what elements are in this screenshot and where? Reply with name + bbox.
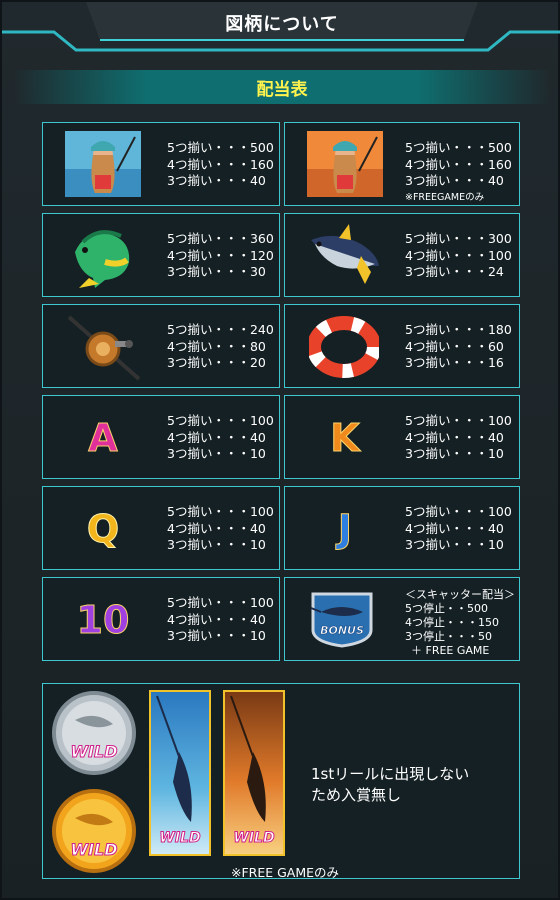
pay-line: 5つ揃い・・・100 [405, 504, 512, 519]
bonus-scatter-icon: BONUS [307, 590, 377, 648]
pay-line: 5つ揃い・・・100 [167, 595, 274, 610]
scatter-heading: ＜スキャッター配当＞ [405, 588, 515, 601]
pay-line: 5つ揃い・・・300 [405, 231, 512, 246]
letter-a-icon: A [88, 416, 118, 460]
wild-card-label: WILD [233, 830, 275, 847]
symbol-cell-a: A 5つ揃い・・・100 4つ揃い・・・40 3つ揃い・・・10 [42, 395, 280, 479]
pay-line: 5つ揃い・・・500 [405, 140, 512, 155]
number-10-icon: 10 [76, 598, 130, 642]
freegame-only-note: ※FREEGAMEのみ [405, 191, 485, 203]
wild-description-line: ため入賞無し [311, 786, 402, 804]
symbol-cell-10: 10 5つ揃い・・・100 4つ揃い・・・40 3つ揃い・・・10 [42, 577, 280, 661]
pay-line: 4つ揃い・・・100 [405, 247, 512, 263]
mahi-mahi-fish-icon [75, 230, 130, 288]
symbol-cell-q: Q 5つ揃い・・・100 4つ揃い・・・40 3つ揃い・・・10 [42, 486, 280, 570]
wild-cell: WILD WILD WILD WILD ※FREE GAMEのみ 1stリールに… [42, 683, 520, 880]
life-ring-icon [309, 316, 379, 378]
symbol-cell-tuna: 5つ揃い・・・300 4つ揃い・・・100 3つ揃い・・・24 [284, 213, 520, 297]
pay-line: 5つ揃い・・・100 [167, 413, 274, 428]
wild-marlin-freegame-card-icon: WILD [223, 690, 285, 856]
symbol-cell-woman-freegame: 5つ揃い・・・500 4つ揃い・・・160 3つ揃い・・・40 ※FREEGAM… [284, 122, 520, 206]
paytable-panel: 図柄について 配当表 5つ揃い・・・500 4つ揃い・・・160 3つ揃い・・・… [0, 0, 560, 900]
paytable-heading: 配当表 [256, 80, 308, 100]
gold-wild-coin-icon: WILD [51, 788, 137, 874]
symbol-cell-j: J 5つ揃い・・・100 4つ揃い・・・40 3つ揃い・・・10 [284, 486, 520, 570]
pay-line: 4つ揃い・・・120 [167, 247, 274, 263]
pay-line: 3つ揃い・・・16 [405, 355, 504, 370]
pay-line: 4つ揃い・・・40 [167, 429, 266, 445]
pay-line: 4つ揃い・・・160 [405, 156, 512, 172]
letter-k-icon: K [330, 416, 360, 460]
symbol-cell-mahi: 5つ揃い・・・360 4つ揃い・・・120 3つ揃い・・・30 [42, 213, 280, 297]
pay-line: 5つ揃い・・・240 [167, 322, 274, 337]
pay-line: 3つ揃い・・・10 [405, 537, 504, 552]
pay-line: 3つ揃い・・・10 [167, 628, 266, 643]
pay-line: 3つ揃い・・・40 [405, 173, 504, 188]
symbol-cell-reel: 5つ揃い・・・240 4つ揃い・・・80 3つ揃い・・・20 [42, 304, 280, 388]
pay-line: 3つ揃い・・・10 [167, 537, 266, 552]
pay-line: 3つ停止・・・50 [405, 630, 492, 643]
wild-marlin-card-icon: WILD [149, 690, 211, 856]
pay-line: 3つ揃い・・・10 [405, 446, 504, 461]
tuna-fish-icon [311, 224, 379, 284]
pay-line: 3つ揃い・・・30 [167, 264, 266, 279]
pay-line: 4つ停止・・・150 [405, 616, 499, 629]
page-title: 図柄について [225, 14, 339, 35]
pay-line: 5つ停止・・500 [405, 602, 488, 615]
pay-line: 3つ揃い・・・24 [405, 264, 504, 279]
symbol-cell-k: K 5つ揃い・・・100 4つ揃い・・・40 3つ揃い・・・10 [284, 395, 520, 479]
free-game-line: ＋ FREE GAME [411, 644, 490, 657]
wild-coin-label: WILD [70, 742, 118, 762]
fishing-woman-freegame-icon [307, 131, 383, 197]
pay-line: 3つ揃い・・・20 [167, 355, 266, 370]
pay-line: 5つ揃い・・・100 [405, 413, 512, 428]
pay-line: 5つ揃い・・・100 [167, 504, 274, 519]
wild-description-line: 1stリールに出現しない [311, 765, 470, 783]
letter-j-icon: J [337, 507, 353, 551]
pay-line: 4つ揃い・・・60 [405, 338, 504, 354]
wild-coin-label: WILD [70, 840, 118, 860]
symbol-cell-lifering: 5つ揃い・・・180 4つ揃い・・・60 3つ揃い・・・16 [284, 304, 520, 388]
pay-line: 4つ揃い・・・40 [405, 429, 504, 445]
pay-line: 5つ揃い・・・180 [405, 322, 512, 337]
fishing-reel-icon [67, 315, 141, 381]
pay-line: 3つ揃い・・・10 [167, 446, 266, 461]
fishing-woman-icon [65, 131, 141, 197]
pay-line: 4つ揃い・・・160 [167, 156, 274, 172]
letter-q-icon: Q [86, 507, 120, 551]
pay-line: 4つ揃い・・・40 [167, 520, 266, 536]
symbol-cell-bonus: BONUS ＜スキャッター配当＞ 5つ停止・・500 4つ停止・・・150 3つ… [284, 577, 520, 661]
pay-line: 5つ揃い・・・500 [167, 140, 274, 155]
paytable-heading-bar: 配当表 [14, 70, 550, 104]
pay-line: 4つ揃い・・・40 [167, 611, 266, 627]
symbol-cell-woman: 5つ揃い・・・500 4つ揃い・・・160 3つ揃い・・・40 [42, 122, 280, 206]
pay-line: 4つ揃い・・・80 [167, 338, 266, 354]
wild-card-label: WILD [159, 830, 201, 847]
pay-line: 3つ揃い・・・40 [167, 173, 266, 188]
bonus-label: BONUS [320, 624, 364, 638]
wild-freegame-note: ※FREE GAMEのみ [231, 865, 340, 880]
pay-line: 5つ揃い・・・360 [167, 231, 274, 246]
silver-wild-coin-icon: WILD [51, 690, 137, 776]
pay-line: 4つ揃い・・・40 [405, 520, 504, 536]
